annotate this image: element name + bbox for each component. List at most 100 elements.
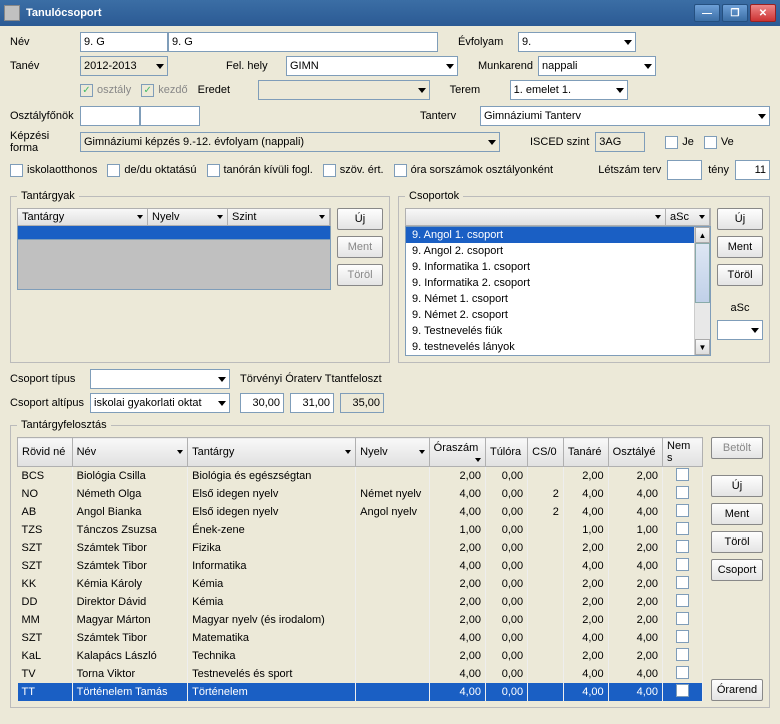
col-osztalye[interactable]: Osztályé: [608, 438, 662, 467]
csoportok-item[interactable]: 9. testnevelés lányok: [406, 339, 710, 355]
col-tulora[interactable]: Túlóra: [485, 438, 527, 467]
row-checkbox[interactable]: [676, 468, 689, 481]
csoportok-uj-button[interactable]: Új: [717, 208, 763, 230]
letszamterv-input[interactable]: [667, 160, 702, 180]
table-row[interactable]: SZTSzámtek TiborFizika2,000,002,002,00: [18, 539, 703, 557]
table-row[interactable]: DDDirektor DávidKémia2,000,002,002,00: [18, 593, 703, 611]
row-checkbox[interactable]: [676, 612, 689, 625]
row-checkbox[interactable]: [676, 504, 689, 517]
table-row[interactable]: MMMagyar MártonMagyar nyelv (és irodalom…: [18, 611, 703, 629]
csoporttipus-label: Csoport típus: [10, 373, 90, 385]
col-nev[interactable]: Név: [72, 438, 188, 467]
table-row[interactable]: NONémeth OlgaElső idegen nyelvNémet nyel…: [18, 485, 703, 503]
row-checkbox[interactable]: [676, 486, 689, 499]
orasor-checkbox[interactable]: óra sorszámok osztályonként: [394, 164, 553, 177]
terem-label: Terem: [450, 84, 510, 96]
table-row[interactable]: KaLKalapács LászlóTechnika2,000,002,002,…: [18, 647, 703, 665]
csoportok-torol-button[interactable]: Töröl: [717, 264, 763, 286]
tantargyak-fieldset: Tantárgyak Tantárgy Nyelv Szint Új Ment …: [10, 190, 390, 363]
munkarend-select[interactable]: nappali: [538, 56, 656, 76]
scroll-down-icon[interactable]: ▼: [695, 339, 710, 355]
row-checkbox[interactable]: [676, 558, 689, 571]
teny-input[interactable]: [735, 160, 770, 180]
col-cs0[interactable]: CS/0: [528, 438, 564, 467]
table-row[interactable]: TZSTánczos ZsuzsaÉnek-zene1,000,001,001,…: [18, 521, 703, 539]
csoporttipus-select[interactable]: [90, 369, 230, 389]
kepzesi-select[interactable]: Gimnáziumi képzés 9.-12. évfolyam (nappa…: [80, 132, 500, 152]
table-row[interactable]: TTTörténelem TamásTörténelem4,000,004,00…: [18, 683, 703, 701]
col-tantargy[interactable]: Tantárgy: [188, 438, 356, 467]
col-rovid[interactable]: Rövid né: [18, 438, 73, 467]
csoportok-item[interactable]: 9. Informatika 2. csoport: [406, 275, 710, 291]
row-checkbox[interactable]: [676, 666, 689, 679]
col-oraszam[interactable]: Óraszám: [429, 438, 485, 467]
munkarend-label: Munkarend: [478, 60, 538, 72]
tanterv-label: Tanterv: [420, 110, 480, 122]
je-checkbox[interactable]: Je: [665, 136, 694, 149]
iskolaotthonos-checkbox[interactable]: iskolaotthonos: [10, 164, 97, 177]
ve-checkbox[interactable]: Ve: [704, 136, 734, 149]
year-select[interactable]: 2012-2013: [80, 56, 168, 76]
col-tantargy[interactable]: Tantárgy: [18, 209, 148, 225]
asc-label: aSc: [717, 302, 763, 314]
csoportok-scrollbar[interactable]: ▲ ▼: [694, 227, 710, 355]
csoportok-item[interactable]: 9. Angol 1. csoport: [406, 227, 710, 243]
eredet-select[interactable]: [258, 80, 430, 100]
close-button[interactable]: ✕: [750, 4, 776, 22]
scroll-up-icon[interactable]: ▲: [695, 227, 710, 243]
grade-select[interactable]: 9.: [518, 32, 636, 52]
csoportok-list[interactable]: 9. Angol 1. csoport9. Angol 2. csoport9.…: [405, 226, 711, 356]
name-input-1[interactable]: [80, 32, 168, 52]
col-cs-blank[interactable]: [406, 209, 666, 225]
col-nyelv2[interactable]: Nyelv: [356, 438, 430, 467]
name-input-2[interactable]: [168, 32, 438, 52]
table-row[interactable]: SZTSzámtek TiborMatematika4,000,004,004,…: [18, 629, 703, 647]
asc-select[interactable]: [717, 320, 763, 340]
minimize-button[interactable]: —: [694, 4, 720, 22]
scrollbar-thumb[interactable]: [695, 243, 710, 303]
row-checkbox[interactable]: [676, 522, 689, 535]
tantargyak-selected-row[interactable]: [17, 226, 331, 240]
csoportok-item[interactable]: 9. Testnevelés fiúk: [406, 323, 710, 339]
tf-torol-button[interactable]: Töröl: [711, 531, 763, 553]
col-cs-asc[interactable]: aSc: [666, 209, 710, 225]
table-row[interactable]: BCSBiológia CsillaBiológia és egészségta…: [18, 467, 703, 486]
col-nyelv[interactable]: Nyelv: [148, 209, 228, 225]
szov-checkbox[interactable]: szöv. ért.: [323, 164, 384, 177]
felhely-select[interactable]: GIMN: [286, 56, 458, 76]
col-tanare[interactable]: Tanáré: [563, 438, 608, 467]
csoportok-item[interactable]: 9. Német 2. csoport: [406, 307, 710, 323]
tantargyak-uj-button[interactable]: Új: [337, 208, 383, 230]
col-szint[interactable]: Szint: [228, 209, 330, 225]
row-checkbox[interactable]: [676, 576, 689, 589]
csoportok-item[interactable]: 9. Angol 2. csoport: [406, 243, 710, 259]
tf-ment-button[interactable]: Ment: [711, 503, 763, 525]
osztalyfonok-input-1[interactable]: [80, 106, 140, 126]
csoportalt-select[interactable]: iskolai gyakorlati oktat: [90, 393, 230, 413]
tantargyak-ment-button: Ment: [337, 236, 383, 258]
tanterv-select[interactable]: Gimnáziumi Tanterv: [480, 106, 770, 126]
maximize-button[interactable]: ❐: [722, 4, 748, 22]
tf-orarend-button[interactable]: Órarend: [711, 679, 763, 701]
table-row[interactable]: ABAngol BiankaElső idegen nyelvAngol nye…: [18, 503, 703, 521]
dedu-checkbox[interactable]: de/du oktatású: [107, 164, 196, 177]
csoportok-ment-button[interactable]: Ment: [717, 236, 763, 258]
col-nems[interactable]: Nem s: [663, 438, 703, 467]
osztalyfonok-input-2[interactable]: [140, 106, 200, 126]
tf-uj-button[interactable]: Új: [711, 475, 763, 497]
csoportok-item[interactable]: 9. Német 1. csoport: [406, 291, 710, 307]
row-checkbox[interactable]: [676, 594, 689, 607]
table-row[interactable]: SZTSzámtek TiborInformatika4,000,004,004…: [18, 557, 703, 575]
tanoran-checkbox[interactable]: tanórán kívüli fogl.: [207, 164, 313, 177]
row-checkbox[interactable]: [676, 648, 689, 661]
row-checkbox[interactable]: [676, 540, 689, 553]
table-row[interactable]: TVTorna ViktorTestnevelés és sport4,000,…: [18, 665, 703, 683]
tf-csoport-button[interactable]: Csoport: [711, 559, 763, 581]
row-checkbox[interactable]: [676, 684, 689, 697]
row-checkbox[interactable]: [676, 630, 689, 643]
terem-select[interactable]: 1. emelet 1.: [510, 80, 628, 100]
num-input-2[interactable]: [290, 393, 334, 413]
num-input-1[interactable]: [240, 393, 284, 413]
table-row[interactable]: KKKémia KárolyKémia2,000,002,002,00: [18, 575, 703, 593]
csoportok-item[interactable]: 9. Informatika 1. csoport: [406, 259, 710, 275]
